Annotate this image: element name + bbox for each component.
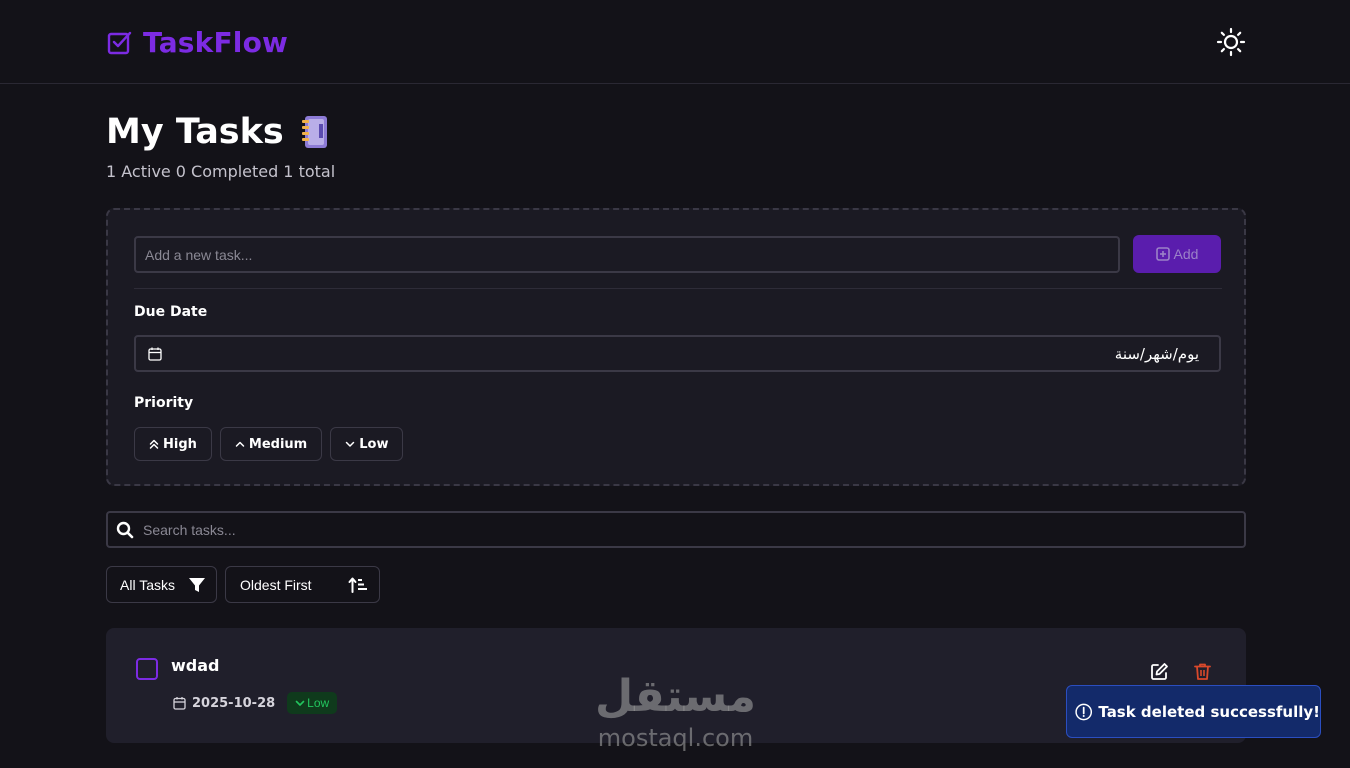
watermark: مستقل mostaql.com <box>593 672 758 754</box>
add-task-button[interactable]: Add <box>1133 235 1221 273</box>
task-meta: 2025-10-28 Low <box>173 692 338 714</box>
new-task-input[interactable] <box>134 236 1120 273</box>
chevron-up-icon <box>235 441 245 447</box>
priority-low-button[interactable]: Low <box>330 427 404 461</box>
filter-icon <box>189 578 205 592</box>
add-task-panel: Add Due Date يوم/شهر/سنة Priority High M… <box>106 208 1246 486</box>
chevron-down-icon <box>345 441 355 447</box>
add-button-label: Add <box>1173 246 1199 262</box>
double-chevron-up-icon <box>149 439 159 449</box>
priority-medium-button[interactable]: Medium <box>219 427 323 461</box>
search-icon <box>116 521 134 539</box>
chevron-down-icon <box>295 700 305 706</box>
sort-label: Oldest First <box>240 576 312 593</box>
priority-options: High Medium Low <box>134 427 404 461</box>
due-date-label: Due Date <box>134 304 208 320</box>
search-input[interactable] <box>143 513 1233 546</box>
task-complete-checkbox[interactable] <box>136 658 158 680</box>
priority-low-label: Low <box>359 436 389 452</box>
status-filter-dropdown[interactable]: All Tasks <box>106 566 217 603</box>
edit-icon[interactable] <box>1150 662 1169 681</box>
sun-icon[interactable] <box>1216 27 1246 57</box>
task-stats: 1 Active 0 Completed 1 total <box>106 162 335 181</box>
calendar-icon <box>173 697 186 710</box>
total-count: 1 total <box>283 162 336 181</box>
top-bar: TaskFlow <box>0 0 1350 84</box>
notebook-icon <box>301 116 327 148</box>
task-title[interactable]: wdad <box>171 656 219 675</box>
priority-badge-label: Low <box>307 696 330 710</box>
priority-medium-label: Medium <box>248 436 308 452</box>
plus-square-icon <box>1155 247 1170 261</box>
completed-count: 0 Completed <box>175 162 279 181</box>
priority-high-label: High <box>163 436 197 452</box>
brand[interactable]: TaskFlow <box>107 26 288 59</box>
priority-label: Priority <box>134 395 194 411</box>
priority-high-button[interactable]: High <box>134 427 212 461</box>
trash-icon[interactable] <box>1193 662 1212 681</box>
search-box <box>106 511 1246 548</box>
brand-name: TaskFlow <box>143 26 289 59</box>
page-title: My Tasks <box>106 112 330 152</box>
status-filter-label: All Tasks <box>120 576 175 593</box>
active-count: 1 Active <box>106 162 171 181</box>
page-heading: My Tasks <box>106 112 284 152</box>
divider <box>134 288 1222 289</box>
priority-badge: Low <box>287 692 338 714</box>
task-due-date: 2025-10-28 <box>192 695 276 711</box>
watermark-latin: mostaql.com <box>597 724 754 752</box>
checkbox-logo-icon <box>107 31 132 54</box>
due-date-input[interactable]: يوم/شهر/سنة <box>134 335 1221 372</box>
calendar-icon[interactable] <box>148 347 162 361</box>
sort-dropdown[interactable]: Oldest First <box>225 566 380 603</box>
toast-message: Task deleted successfully! <box>1098 702 1320 721</box>
due-date-value: يوم/شهر/سنة <box>1114 345 1199 363</box>
sort-ascending-icon <box>348 577 367 593</box>
info-circle-icon <box>1075 703 1093 720</box>
watermark-arabic: مستقل <box>595 671 756 722</box>
toast-notification[interactable]: Task deleted successfully! <box>1066 685 1321 738</box>
